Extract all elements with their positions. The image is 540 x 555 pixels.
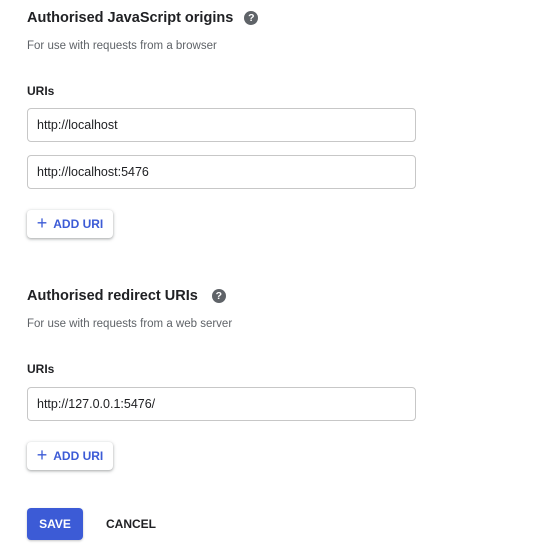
- js-origins-help-icon[interactable]: ?: [244, 11, 259, 25]
- js-origins-title: Authorised JavaScript origins: [27, 10, 234, 26]
- js-origins-description: For use with requests from a browser: [27, 40, 217, 52]
- js-origin-uri-input-2[interactable]: [27, 155, 416, 189]
- js-origins-add-uri-button[interactable]: + ADD URI: [27, 210, 113, 238]
- save-button[interactable]: SAVE: [27, 508, 83, 540]
- js-origins-add-uri-label: ADD URI: [53, 217, 104, 231]
- redirect-uri-input-1[interactable]: [27, 387, 416, 421]
- redirect-uris-title: Authorised redirect URIs: [27, 288, 198, 304]
- redirect-uris-add-uri-label: ADD URI: [53, 449, 104, 463]
- cancel-button[interactable]: CANCEL: [98, 508, 164, 540]
- js-origin-uri-input-1[interactable]: [27, 108, 416, 142]
- js-origins-heading: Authorised JavaScript origins ?: [27, 8, 259, 28]
- js-origins-uris-label: URIs: [27, 84, 55, 98]
- redirect-uris-description: For use with requests from a web server: [27, 318, 233, 330]
- plus-icon: +: [36, 445, 48, 465]
- redirect-uris-heading: Authorised redirect URIs ?: [27, 286, 226, 306]
- redirect-uris-add-uri-button[interactable]: + ADD URI: [27, 442, 113, 470]
- redirect-uris-label: URIs: [27, 362, 55, 376]
- plus-icon: +: [36, 213, 48, 233]
- redirect-uris-help-icon[interactable]: ?: [211, 289, 226, 303]
